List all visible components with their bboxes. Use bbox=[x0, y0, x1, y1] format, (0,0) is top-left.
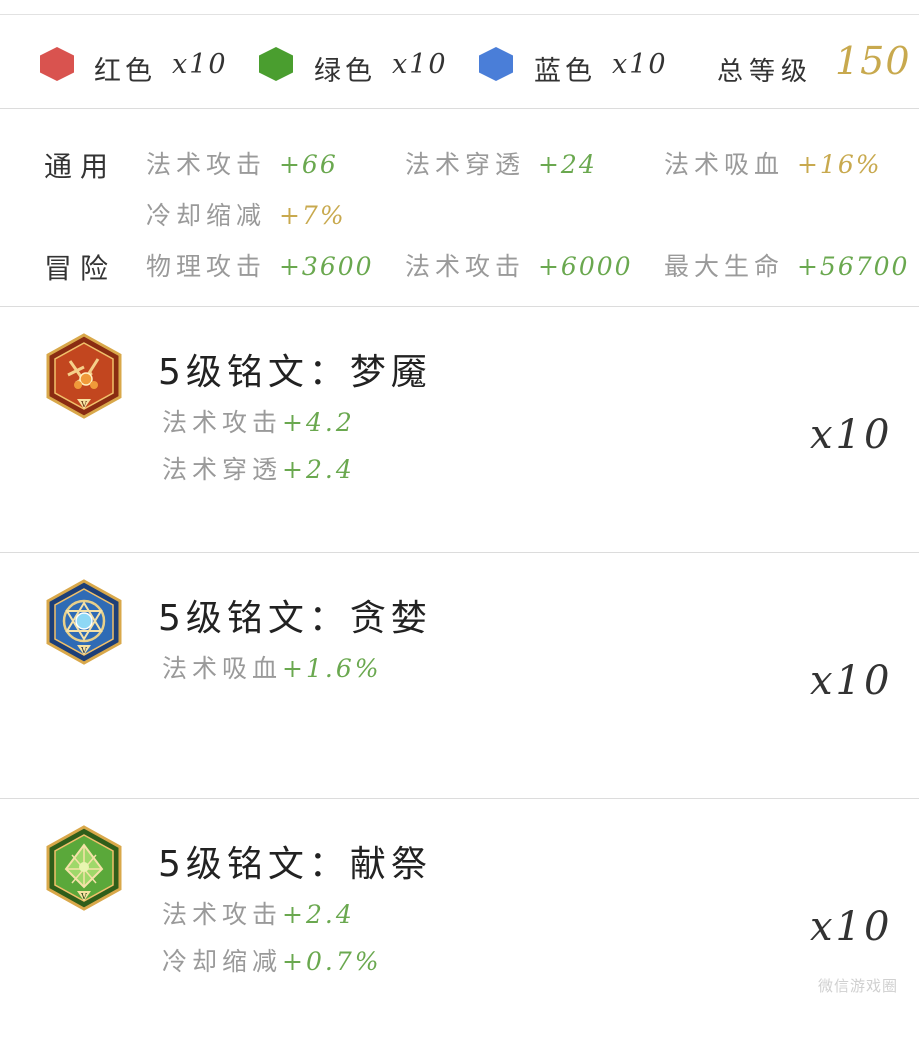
rune-stat: 法术攻击+2.4 bbox=[162, 895, 355, 931]
stat-value: +3600 bbox=[278, 252, 374, 281]
rune-stat: 法术攻击+4.2 bbox=[162, 403, 355, 439]
general-category-label: 通用 bbox=[44, 150, 117, 183]
total-level-label: 总等级 bbox=[717, 57, 814, 87]
stat-name: 法术吸血 bbox=[664, 150, 785, 179]
adventure-stat: 物理攻击 +3600 bbox=[146, 247, 374, 283]
rune-card[interactable]: V 5级铭文：献祭 法术攻击+2.4 冷却缩减+0.7% x10 bbox=[0, 799, 919, 1044]
general-stat: 法术攻击 +66 bbox=[146, 145, 338, 181]
stat-value: +7% bbox=[278, 201, 346, 230]
general-stat: 冷却缩减 +7% bbox=[146, 196, 346, 232]
red-rune-icon: V bbox=[46, 333, 122, 419]
stat-value: +1.6% bbox=[282, 654, 382, 683]
stat-value: +24 bbox=[537, 150, 597, 179]
total-level-value: 150 bbox=[835, 39, 911, 83]
rune-title: 5级铭文：贪婪 bbox=[158, 598, 432, 639]
stat-value: +66 bbox=[278, 150, 338, 179]
watermark: 微信游戏圈 bbox=[818, 977, 899, 995]
rune-quantity: x10 bbox=[810, 412, 893, 458]
blue-rune-icon: V bbox=[46, 579, 122, 665]
blue-label: 蓝色 bbox=[534, 56, 596, 87]
blue-count: x10 bbox=[612, 49, 668, 80]
stat-name: 物理攻击 bbox=[146, 252, 267, 281]
stat-value: +6000 bbox=[537, 252, 633, 281]
stat-name: 法术攻击 bbox=[162, 408, 283, 437]
stat-value: +56700 bbox=[796, 252, 910, 281]
adventure-stat: 最大生命 +56700 bbox=[664, 247, 909, 283]
red-hexagon-icon bbox=[40, 47, 74, 81]
stat-name: 法术穿透 bbox=[162, 455, 283, 484]
adventure-stat: 法术攻击 +6000 bbox=[405, 247, 633, 283]
stat-value: +0.7% bbox=[282, 947, 382, 976]
green-label: 绿色 bbox=[314, 56, 376, 87]
svg-text:V: V bbox=[80, 400, 87, 409]
stat-name: 法术攻击 bbox=[146, 150, 267, 179]
rune-title: 5级铭文：献祭 bbox=[158, 844, 432, 885]
rune-stat: 法术吸血+1.6% bbox=[162, 649, 381, 685]
stat-name: 法术穿透 bbox=[405, 150, 526, 179]
stat-value: +16% bbox=[796, 150, 882, 179]
general-stat: 法术吸血 +16% bbox=[664, 145, 881, 181]
rune-stat: 冷却缩减+0.7% bbox=[162, 942, 381, 978]
stat-name: 最大生命 bbox=[664, 252, 785, 281]
svg-text:V: V bbox=[80, 646, 87, 655]
green-count: x10 bbox=[392, 49, 448, 80]
stat-name: 法术攻击 bbox=[162, 900, 283, 929]
stat-name: 法术吸血 bbox=[162, 654, 283, 683]
green-rune-icon: V bbox=[46, 825, 122, 911]
stat-value: +4.2 bbox=[282, 408, 355, 437]
rune-card[interactable]: V 5级铭文：贪婪 法术吸血+1.6% x10 bbox=[0, 553, 919, 799]
rune-color-summary: 红色 x10 绿色 x10 蓝色 x10 总等级 150 bbox=[0, 15, 919, 109]
stat-totals: 通用 法术攻击 +66 法术穿透 +24 法术吸血 +16% 冷却缩减 +7% … bbox=[0, 109, 919, 307]
stat-value: +2.4 bbox=[282, 900, 355, 929]
stat-value: +2.4 bbox=[282, 455, 355, 484]
stat-name: 冷却缩减 bbox=[146, 201, 267, 230]
rune-quantity: x10 bbox=[810, 658, 893, 704]
rune-title: 5级铭文：梦魇 bbox=[158, 352, 432, 393]
svg-text:V: V bbox=[80, 892, 87, 901]
rune-stat: 法术穿透+2.4 bbox=[162, 450, 355, 486]
red-count: x10 bbox=[172, 49, 228, 80]
blue-hexagon-icon bbox=[479, 47, 513, 81]
general-stat: 法术穿透 +24 bbox=[405, 145, 597, 181]
stat-name: 法术攻击 bbox=[405, 252, 526, 281]
adventure-category-label: 冒险 bbox=[44, 252, 117, 285]
rune-card[interactable]: V 5级铭文：梦魇 法术攻击+4.2 法术穿透+2.4 x10 bbox=[0, 307, 919, 553]
stat-name: 冷却缩减 bbox=[162, 947, 283, 976]
rune-quantity: x10 bbox=[810, 904, 893, 950]
red-label: 红色 bbox=[94, 56, 156, 87]
green-hexagon-icon bbox=[259, 47, 293, 81]
